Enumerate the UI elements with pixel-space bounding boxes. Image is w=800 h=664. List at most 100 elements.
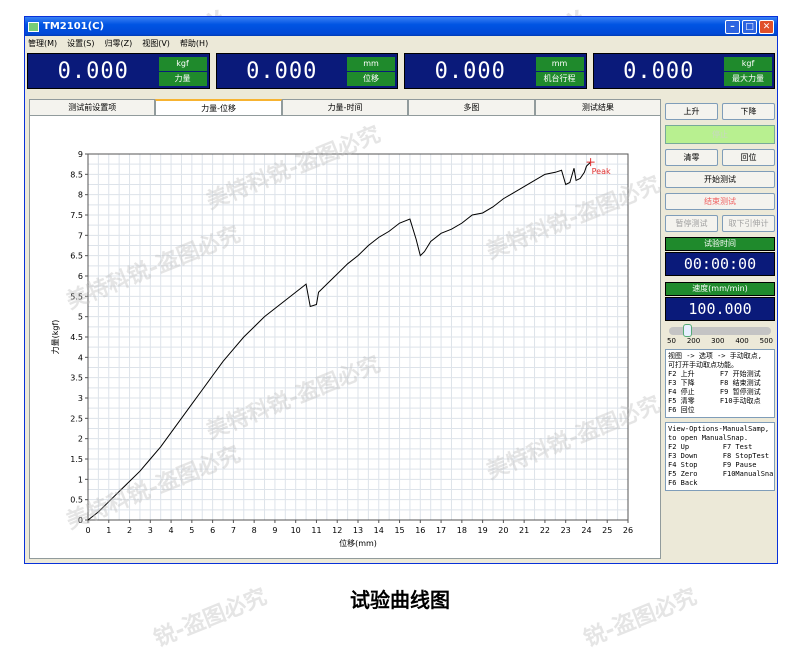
tab-test-results[interactable]: 测试结果 xyxy=(534,99,662,115)
y-tick-label: 1 xyxy=(78,475,83,484)
y-tick-label: 2.5 xyxy=(70,414,83,423)
y-tick-label: 7.5 xyxy=(70,211,83,220)
x-tick-label: 2 xyxy=(127,526,132,535)
x-tick-label: 19 xyxy=(478,526,488,535)
x-tick-label: 3 xyxy=(148,526,153,535)
y-tick-label: 8.5 xyxy=(70,170,83,179)
menu-manage[interactable]: 管理(M) xyxy=(28,38,57,49)
page-caption: 试验曲线图 xyxy=(350,588,450,612)
x-tick-label: 13 xyxy=(353,526,363,535)
y-tick-label: 8 xyxy=(78,191,83,200)
readout-value: 0.000 xyxy=(623,58,695,84)
zero-button[interactable]: 清零 xyxy=(665,149,718,166)
speed-title: 速度(mm/min) xyxy=(665,282,775,296)
y-tick-label: 4.5 xyxy=(70,333,83,342)
x-tick-label: 22 xyxy=(540,526,550,535)
test-time-value: 00:00:00 xyxy=(665,252,775,276)
y-tick-label: 6.5 xyxy=(70,252,83,261)
x-tick-label: 7 xyxy=(231,526,236,535)
down-button[interactable]: 下降 xyxy=(722,103,775,120)
peak-label: Peak xyxy=(592,167,611,176)
readout-value: 0.000 xyxy=(57,58,129,84)
help-text-cn: 视图 -> 选项 -> 手动取点, 可打开手动取点功能。 F2 上升 F7 开始… xyxy=(665,349,775,418)
readout-unit: kgf xyxy=(724,56,772,71)
readout-force: 0.000 kgf 力量 xyxy=(27,53,210,89)
readout-label: 力量 xyxy=(158,71,207,86)
readout-travel: 0.000 mm 机台行程 xyxy=(404,53,587,89)
x-tick-label: 10 xyxy=(291,526,301,535)
y-axis-label: 力量(kgf) xyxy=(50,320,60,355)
title-bar[interactable]: TM2101(C) – □ ✕ xyxy=(25,17,777,36)
test-time-title: 试验时间 xyxy=(665,237,775,251)
readout-bar: 0.000 kgf 力量 0.000 mm 位移 0.000 mm 机台行程 0… xyxy=(27,53,775,89)
menu-help[interactable]: 帮助(H) xyxy=(180,38,208,49)
menu-bar: 管理(M) 设置(S) 归零(Z) 视图(V) 帮助(H) xyxy=(25,36,777,51)
menu-view[interactable]: 视图(V) xyxy=(142,38,170,49)
x-tick-label: 5 xyxy=(189,526,194,535)
x-tick-label: 1 xyxy=(106,526,111,535)
readout-label: 位移 xyxy=(347,71,395,86)
readout-label: 最大力量 xyxy=(724,71,772,86)
readout-unit: mm xyxy=(535,56,584,71)
slider-tick: 400 xyxy=(735,337,749,345)
end-test-button[interactable]: 结束测试 xyxy=(665,193,775,210)
x-tick-label: 6 xyxy=(210,526,215,535)
slider-tick: 300 xyxy=(711,337,725,345)
slider-tick: 500 xyxy=(759,337,773,345)
readout-label: 机台行程 xyxy=(535,71,584,86)
x-tick-label: 17 xyxy=(436,526,446,535)
minimize-button[interactable]: – xyxy=(725,19,740,34)
x-tick-label: 18 xyxy=(457,526,467,535)
readout-displacement: 0.000 mm 位移 xyxy=(215,53,398,89)
readout-value: 0.000 xyxy=(246,58,318,84)
slider-tick: 200 xyxy=(686,337,701,345)
y-tick-label: 1.5 xyxy=(70,455,83,464)
x-tick-label: 16 xyxy=(415,526,425,535)
readout-unit: kgf xyxy=(158,56,207,71)
speed-slider[interactable] xyxy=(669,324,771,337)
tab-force-displacement[interactable]: 力量-位移 xyxy=(155,99,282,115)
y-tick-label: 2 xyxy=(78,435,83,444)
readout-max-force: 0.000 kgf 最大力量 xyxy=(592,53,775,89)
slider-tick: 50 xyxy=(667,337,676,345)
app-icon xyxy=(28,21,39,32)
y-tick-label: 4 xyxy=(78,353,83,362)
x-tick-label: 21 xyxy=(519,526,529,535)
tab-pretest-settings[interactable]: 测试前设置项 xyxy=(29,99,156,115)
return-button[interactable]: 回位 xyxy=(722,149,775,166)
close-button[interactable]: ✕ xyxy=(759,19,774,34)
stop-button[interactable]: 停止 xyxy=(665,125,775,144)
up-button[interactable]: 上升 xyxy=(665,103,718,120)
x-tick-label: 4 xyxy=(169,526,174,535)
speed-slider-thumb[interactable] xyxy=(683,324,692,337)
y-tick-label: 5 xyxy=(78,313,83,322)
pause-test-button[interactable]: 暂停测试 xyxy=(665,215,718,232)
readout-value: 0.000 xyxy=(434,58,506,84)
x-axis-label: 位移(mm) xyxy=(339,538,377,548)
x-tick-label: 8 xyxy=(252,526,257,535)
tab-strip: 测试前设置项 力量-位移 力量-时间 多图 测试结果 xyxy=(29,99,662,115)
x-tick-label: 24 xyxy=(581,526,591,535)
remove-extensometer-button[interactable]: 取下引伸计 xyxy=(722,215,775,232)
control-panel: 上升 下降 停止 清零 回位 开始测试 结束测试 暂停测试 取下引伸计 试验时间… xyxy=(665,103,775,491)
x-tick-label: 20 xyxy=(498,526,508,535)
x-tick-label: 25 xyxy=(602,526,612,535)
y-tick-label: 9 xyxy=(78,150,83,159)
x-tick-label: 26 xyxy=(623,526,633,535)
tab-multi-chart[interactable]: 多图 xyxy=(408,99,535,115)
x-tick-label: 15 xyxy=(394,526,404,535)
speed-value: 100.000 xyxy=(665,297,775,321)
x-tick-label: 11 xyxy=(311,526,321,535)
x-tick-label: 9 xyxy=(272,526,277,535)
window-title: TM2101(C) xyxy=(43,21,105,32)
menu-settings[interactable]: 设置(S) xyxy=(67,38,94,49)
tab-force-time[interactable]: 力量-时间 xyxy=(281,99,409,115)
x-tick-label: 14 xyxy=(374,526,384,535)
x-tick-label: 12 xyxy=(332,526,342,535)
start-test-button[interactable]: 开始测试 xyxy=(665,171,775,188)
menu-zero[interactable]: 归零(Z) xyxy=(104,38,132,49)
readout-unit: mm xyxy=(347,56,395,71)
help-text-en: View-Options-ManualSamp, to open ManualS… xyxy=(665,422,775,491)
y-tick-label: 3.5 xyxy=(70,374,83,383)
maximize-button[interactable]: □ xyxy=(742,19,757,34)
